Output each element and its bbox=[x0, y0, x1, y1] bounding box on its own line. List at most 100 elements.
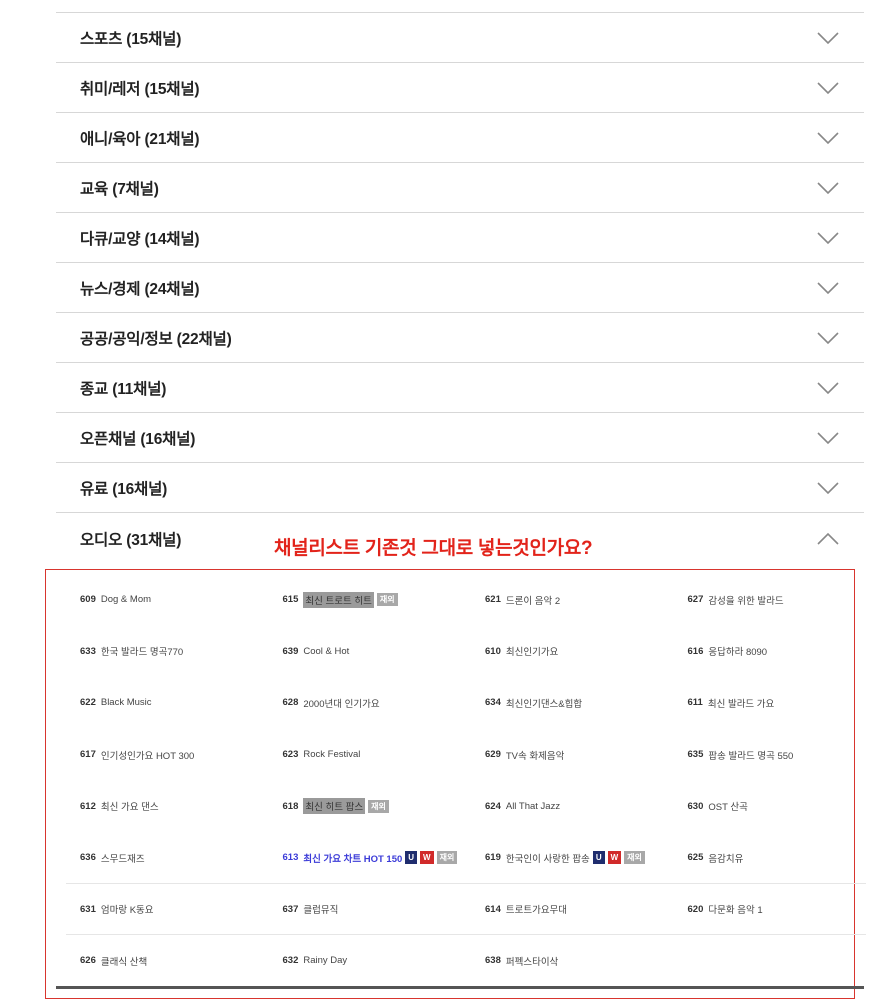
channel-number: 631 bbox=[80, 903, 96, 915]
channel-name: 2000년대 인기가요 bbox=[303, 698, 380, 710]
channel-item[interactable]: 618 최신 히트 팝스 재외 bbox=[259, 798, 462, 815]
channel-name: Rock Festival bbox=[303, 749, 361, 761]
chevron-down-icon[interactable] bbox=[816, 281, 840, 295]
channel-item[interactable]: 624 All That Jazz bbox=[461, 801, 664, 812]
overseas-badge: 재외 bbox=[368, 799, 389, 813]
channel-name: 최신인기댄스&힙합 bbox=[505, 698, 583, 710]
channel-item[interactable]: 622 Black Music bbox=[56, 697, 259, 708]
chevron-down-icon[interactable] bbox=[816, 331, 840, 345]
chevron-down-icon[interactable] bbox=[816, 181, 840, 195]
channel-item[interactable]: 623 Rock Festival bbox=[259, 749, 462, 760]
chevron-up-icon[interactable] bbox=[816, 532, 840, 546]
channel-item[interactable]: 631 엄마랑 K동요 bbox=[56, 902, 259, 917]
channel-name: 트로트가요무대 bbox=[505, 905, 568, 917]
accordion-item-label: 뉴스/경제 (24채널) bbox=[80, 280, 200, 298]
accordion-item[interactable]: 다큐/교양 (14채널) bbox=[56, 213, 864, 263]
chevron-down-icon[interactable] bbox=[816, 31, 840, 45]
channel-number: 621 bbox=[485, 594, 501, 606]
channel-item[interactable]: 611 최신 발라드 가요 bbox=[664, 696, 867, 710]
channel-item[interactable]: 616 응답하라 8090 bbox=[664, 644, 867, 659]
accordion-item[interactable]: 유료 (16채널) bbox=[56, 463, 864, 513]
channel-number: 627 bbox=[687, 594, 704, 606]
channel-name: 최신 트로트 히트 bbox=[303, 591, 374, 608]
chevron-down-icon[interactable] bbox=[816, 131, 840, 145]
channel-number: 610 bbox=[485, 645, 501, 657]
channel-item[interactable]: 610 최신인기가요 bbox=[461, 644, 664, 659]
channel-name: 최신 히트 팝스 bbox=[303, 798, 366, 815]
uhd-badge: U bbox=[592, 851, 605, 865]
channel-item[interactable]: 609 Dog & Mom bbox=[56, 594, 259, 605]
channel-number: 636 bbox=[80, 852, 96, 864]
accordion-item-label: 공공/공익/정보 (22채널) bbox=[80, 330, 232, 348]
accordion-item[interactable]: 뉴스/경제 (24채널) bbox=[56, 263, 864, 313]
accordion-item[interactable]: 취미/레저 (15채널) bbox=[56, 63, 864, 113]
accordion-item[interactable]: 교육 (7채널) bbox=[56, 163, 864, 213]
channel-item[interactable]: 627 감성을 위한 발라드 bbox=[664, 593, 867, 607]
channel-row: 633 한국 발라드 명곡770 639 Cool & Hot 610 최신인기가요 616… bbox=[56, 626, 866, 678]
channel-item[interactable]: 639 Cool & Hot bbox=[259, 646, 462, 657]
channel-item[interactable]: 621 드론이 음악 2 bbox=[461, 593, 664, 607]
channel-item[interactable]: 615 최신 트로트 히트 재외 bbox=[259, 591, 462, 608]
accordion-item[interactable]: 종교 (11채널) bbox=[56, 363, 864, 413]
channel-item[interactable]: 617 인기성인가요 HOT 300 bbox=[56, 748, 259, 762]
chevron-down-icon[interactable] bbox=[816, 231, 840, 245]
channel-name: Black Music bbox=[100, 697, 152, 709]
accordion-item-label: 교육 (7채널) bbox=[80, 180, 159, 198]
channel-item[interactable]: 625 음감치유 bbox=[664, 851, 867, 865]
channel-number: 619 bbox=[485, 852, 501, 864]
channel-number: 635 bbox=[687, 749, 704, 761]
channel-name: 스무드재즈 bbox=[100, 853, 145, 865]
channel-name: 최신 발라드 가요 bbox=[707, 698, 775, 710]
channel-name: 팝송 발라드 명곡 550 bbox=[708, 750, 794, 762]
channel-item[interactable]: 635 팝송 발라드 명곡 550 bbox=[664, 748, 867, 762]
chevron-down-icon[interactable] bbox=[816, 381, 840, 395]
audio-channel-grid: 609 Dog & Mom 615 최신 트로트 히트 재외 621 드론이 음악 2 627… bbox=[56, 574, 866, 987]
channel-number: 629 bbox=[485, 749, 501, 761]
chevron-down-icon[interactable] bbox=[816, 81, 840, 95]
channel-item[interactable]: 629 TV속 화제음악 bbox=[461, 748, 664, 762]
channel-number: 639 bbox=[282, 645, 299, 657]
channel-name: Dog & Mom bbox=[100, 594, 152, 606]
channel-name: 한국 발라드 명곡770 bbox=[100, 647, 184, 659]
channel-item[interactable]: 630 OST 산곡 bbox=[664, 799, 867, 814]
channel-item[interactable]: 632 Rainy Day bbox=[259, 955, 462, 966]
channel-name: 최신 가요 댄스 bbox=[100, 802, 159, 814]
bottom-divider bbox=[56, 986, 864, 989]
channel-item[interactable]: 612 최신 가요 댄스 bbox=[56, 799, 259, 814]
channel-item[interactable]: 637 클럽뮤직 bbox=[259, 902, 462, 917]
channel-item[interactable]: 620 다문화 음악 1 bbox=[664, 902, 867, 917]
channel-row: 622 Black Music 628 2000년대 인기가요 634 최신인기댄스&힙합… bbox=[56, 677, 866, 729]
channel-number: 612 bbox=[80, 800, 96, 812]
channel-item[interactable]: 633 한국 발라드 명곡770 bbox=[56, 644, 259, 659]
accordion-item-label: 취미/레저 (15채널) bbox=[80, 80, 200, 98]
channel-item[interactable]: 636 스무드재즈 bbox=[56, 851, 259, 865]
accordion-item-label: 다큐/교양 (14채널) bbox=[80, 230, 200, 248]
channel-row: 636 스무드재즈 613 최신 가요 차트 HOT 150 U W 재외 619 한국인이 사… bbox=[56, 832, 866, 884]
channel-row: 631 엄마랑 K동요 637 클럽뮤직 614 트로트가요무대 620 다문화 음악 1 bbox=[56, 884, 866, 936]
channel-item[interactable]: 626 클래식 산책 bbox=[56, 954, 259, 968]
channel-item[interactable]: 638 퍼펙스타이삭 bbox=[461, 954, 664, 968]
accordion-item[interactable]: 스포츠 (15채널) bbox=[56, 13, 864, 63]
overseas-badge: 재외 bbox=[624, 851, 645, 865]
accordion-item-label: 오디오 (31채널) bbox=[80, 532, 182, 549]
channel-item[interactable]: 628 2000년대 인기가요 bbox=[259, 696, 462, 710]
channel-row: 612 최신 가요 댄스 618 최신 히트 팝스 재외 624 All That Jazz… bbox=[56, 780, 866, 832]
channel-item[interactable]: 614 트로트가요무대 bbox=[461, 902, 664, 917]
accordion-item[interactable]: 애니/육아 (21채널) bbox=[56, 113, 864, 163]
chevron-down-icon[interactable] bbox=[816, 481, 840, 495]
channel-item[interactable]: 613 최신 가요 차트 HOT 150 U W 재외 bbox=[259, 851, 462, 865]
channel-row: 626 클래식 산책 632 Rainy Day 638 퍼펙스타이삭 bbox=[56, 935, 866, 987]
accordion-item[interactable]: 공공/공익/정보 (22채널) bbox=[56, 313, 864, 363]
channel-name: TV속 화제음악 bbox=[505, 750, 565, 762]
accordion-item[interactable]: 오픈채널 (16채널) bbox=[56, 413, 864, 463]
chevron-down-icon[interactable] bbox=[816, 431, 840, 445]
channel-name: 클래식 산책 bbox=[100, 956, 148, 968]
channel-number: 625 bbox=[687, 852, 704, 864]
channel-item[interactable]: 634 최신인기댄스&힙합 bbox=[461, 696, 664, 710]
channel-number: 637 bbox=[282, 903, 299, 915]
channel-item[interactable]: 619 한국인이 사랑한 팝송 U W 재외 bbox=[461, 851, 664, 865]
accordion-item-label: 스포츠 (15채널) bbox=[80, 30, 182, 48]
channel-name: 클럽뮤직 bbox=[303, 905, 339, 917]
channel-number: 609 bbox=[80, 594, 96, 606]
accordion-item-label: 유료 (16채널) bbox=[80, 480, 168, 498]
